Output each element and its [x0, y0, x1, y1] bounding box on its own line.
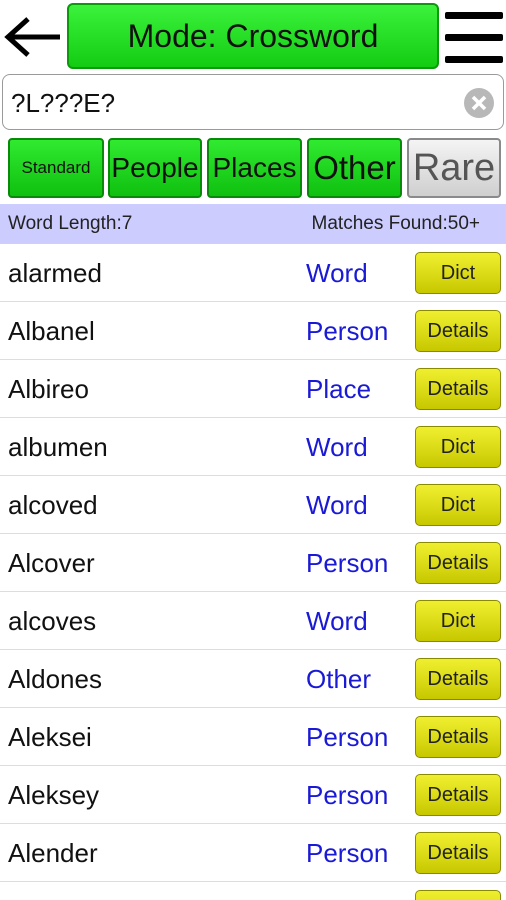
- result-type: Word: [306, 606, 368, 636]
- result-type: Person: [306, 722, 389, 752]
- mode-button[interactable]: Mode: Crossword: [67, 3, 439, 69]
- clear-x-icon: [464, 88, 494, 118]
- filter-rare-button[interactable]: Rare: [407, 138, 501, 198]
- list-item: albumen Word Dict: [0, 418, 506, 476]
- list-item: alarmed Word Dict: [0, 244, 506, 302]
- details-button[interactable]: Details: [415, 832, 501, 874]
- matches-found-label: Matches Found:50+: [311, 213, 480, 234]
- back-arrow-icon: [4, 17, 60, 57]
- filter-places-button[interactable]: Places: [207, 138, 302, 198]
- dict-button[interactable]: Dict: [415, 252, 501, 294]
- results-list: alarmed Word Dict Albanel Person Details…: [0, 244, 506, 900]
- dict-button[interactable]: Dict: [415, 426, 501, 468]
- menu-button[interactable]: [443, 8, 505, 66]
- list-item: alcoves Word Dict: [0, 592, 506, 650]
- details-button[interactable]: Details: [415, 368, 501, 410]
- details-button[interactable]: Details: [415, 542, 501, 584]
- pattern-input[interactable]: [9, 83, 453, 123]
- list-item: Alender Person Details: [0, 824, 506, 882]
- result-type: Other: [306, 664, 372, 694]
- list-item: Aleksei Person Details: [0, 708, 506, 766]
- result-word: Albireo: [8, 374, 89, 404]
- result-word: Aleksey: [8, 780, 100, 810]
- list-item-partial: [0, 882, 506, 900]
- list-item: Albireo Place Details: [0, 360, 506, 418]
- result-type: Person: [306, 548, 389, 578]
- result-type: Place: [306, 374, 372, 404]
- back-button[interactable]: [2, 10, 64, 64]
- dict-button[interactable]: Dict: [415, 484, 501, 526]
- filter-bar: Standard People Places Other Rare: [0, 136, 506, 200]
- list-item: alcoved Word Dict: [0, 476, 506, 534]
- result-word: Aleksei: [8, 722, 92, 752]
- result-word: albumen: [8, 432, 108, 462]
- result-word: alcoved: [8, 490, 98, 520]
- details-button[interactable]: Details: [415, 658, 501, 700]
- result-type: Person: [306, 316, 389, 346]
- result-word: Albanel: [8, 316, 95, 346]
- details-button[interactable]: Details: [415, 774, 501, 816]
- result-word: alcoves: [8, 606, 97, 636]
- result-word: Alcover: [8, 548, 95, 578]
- clear-button[interactable]: [463, 87, 495, 119]
- result-word: Aldones: [8, 664, 102, 694]
- result-type: Word: [306, 258, 368, 288]
- details-button[interactable]: Details: [415, 716, 501, 758]
- filter-other-button[interactable]: Other: [307, 138, 402, 198]
- pattern-search-box: [2, 74, 504, 130]
- list-item: Aldones Other Details: [0, 650, 506, 708]
- result-type: Person: [306, 780, 389, 810]
- info-bar: Word Length:7 Matches Found:50+: [0, 204, 506, 244]
- result-type: Person: [306, 838, 389, 868]
- list-item: Aleksey Person Details: [0, 766, 506, 824]
- partial-action-button[interactable]: [415, 890, 501, 900]
- filter-people-button[interactable]: People: [108, 138, 202, 198]
- list-item: Alcover Person Details: [0, 534, 506, 592]
- top-bar: Mode: Crossword: [0, 0, 506, 72]
- hamburger-menu-icon: [445, 12, 503, 63]
- word-length-label: Word Length:7: [8, 213, 133, 234]
- dict-button[interactable]: Dict: [415, 600, 501, 642]
- result-type: Word: [306, 490, 368, 520]
- result-word: alarmed: [8, 258, 102, 288]
- list-item: Albanel Person Details: [0, 302, 506, 360]
- result-word: Alender: [8, 838, 98, 868]
- result-type: Word: [306, 432, 368, 462]
- details-button[interactable]: Details: [415, 310, 501, 352]
- filter-standard-button[interactable]: Standard: [8, 138, 104, 198]
